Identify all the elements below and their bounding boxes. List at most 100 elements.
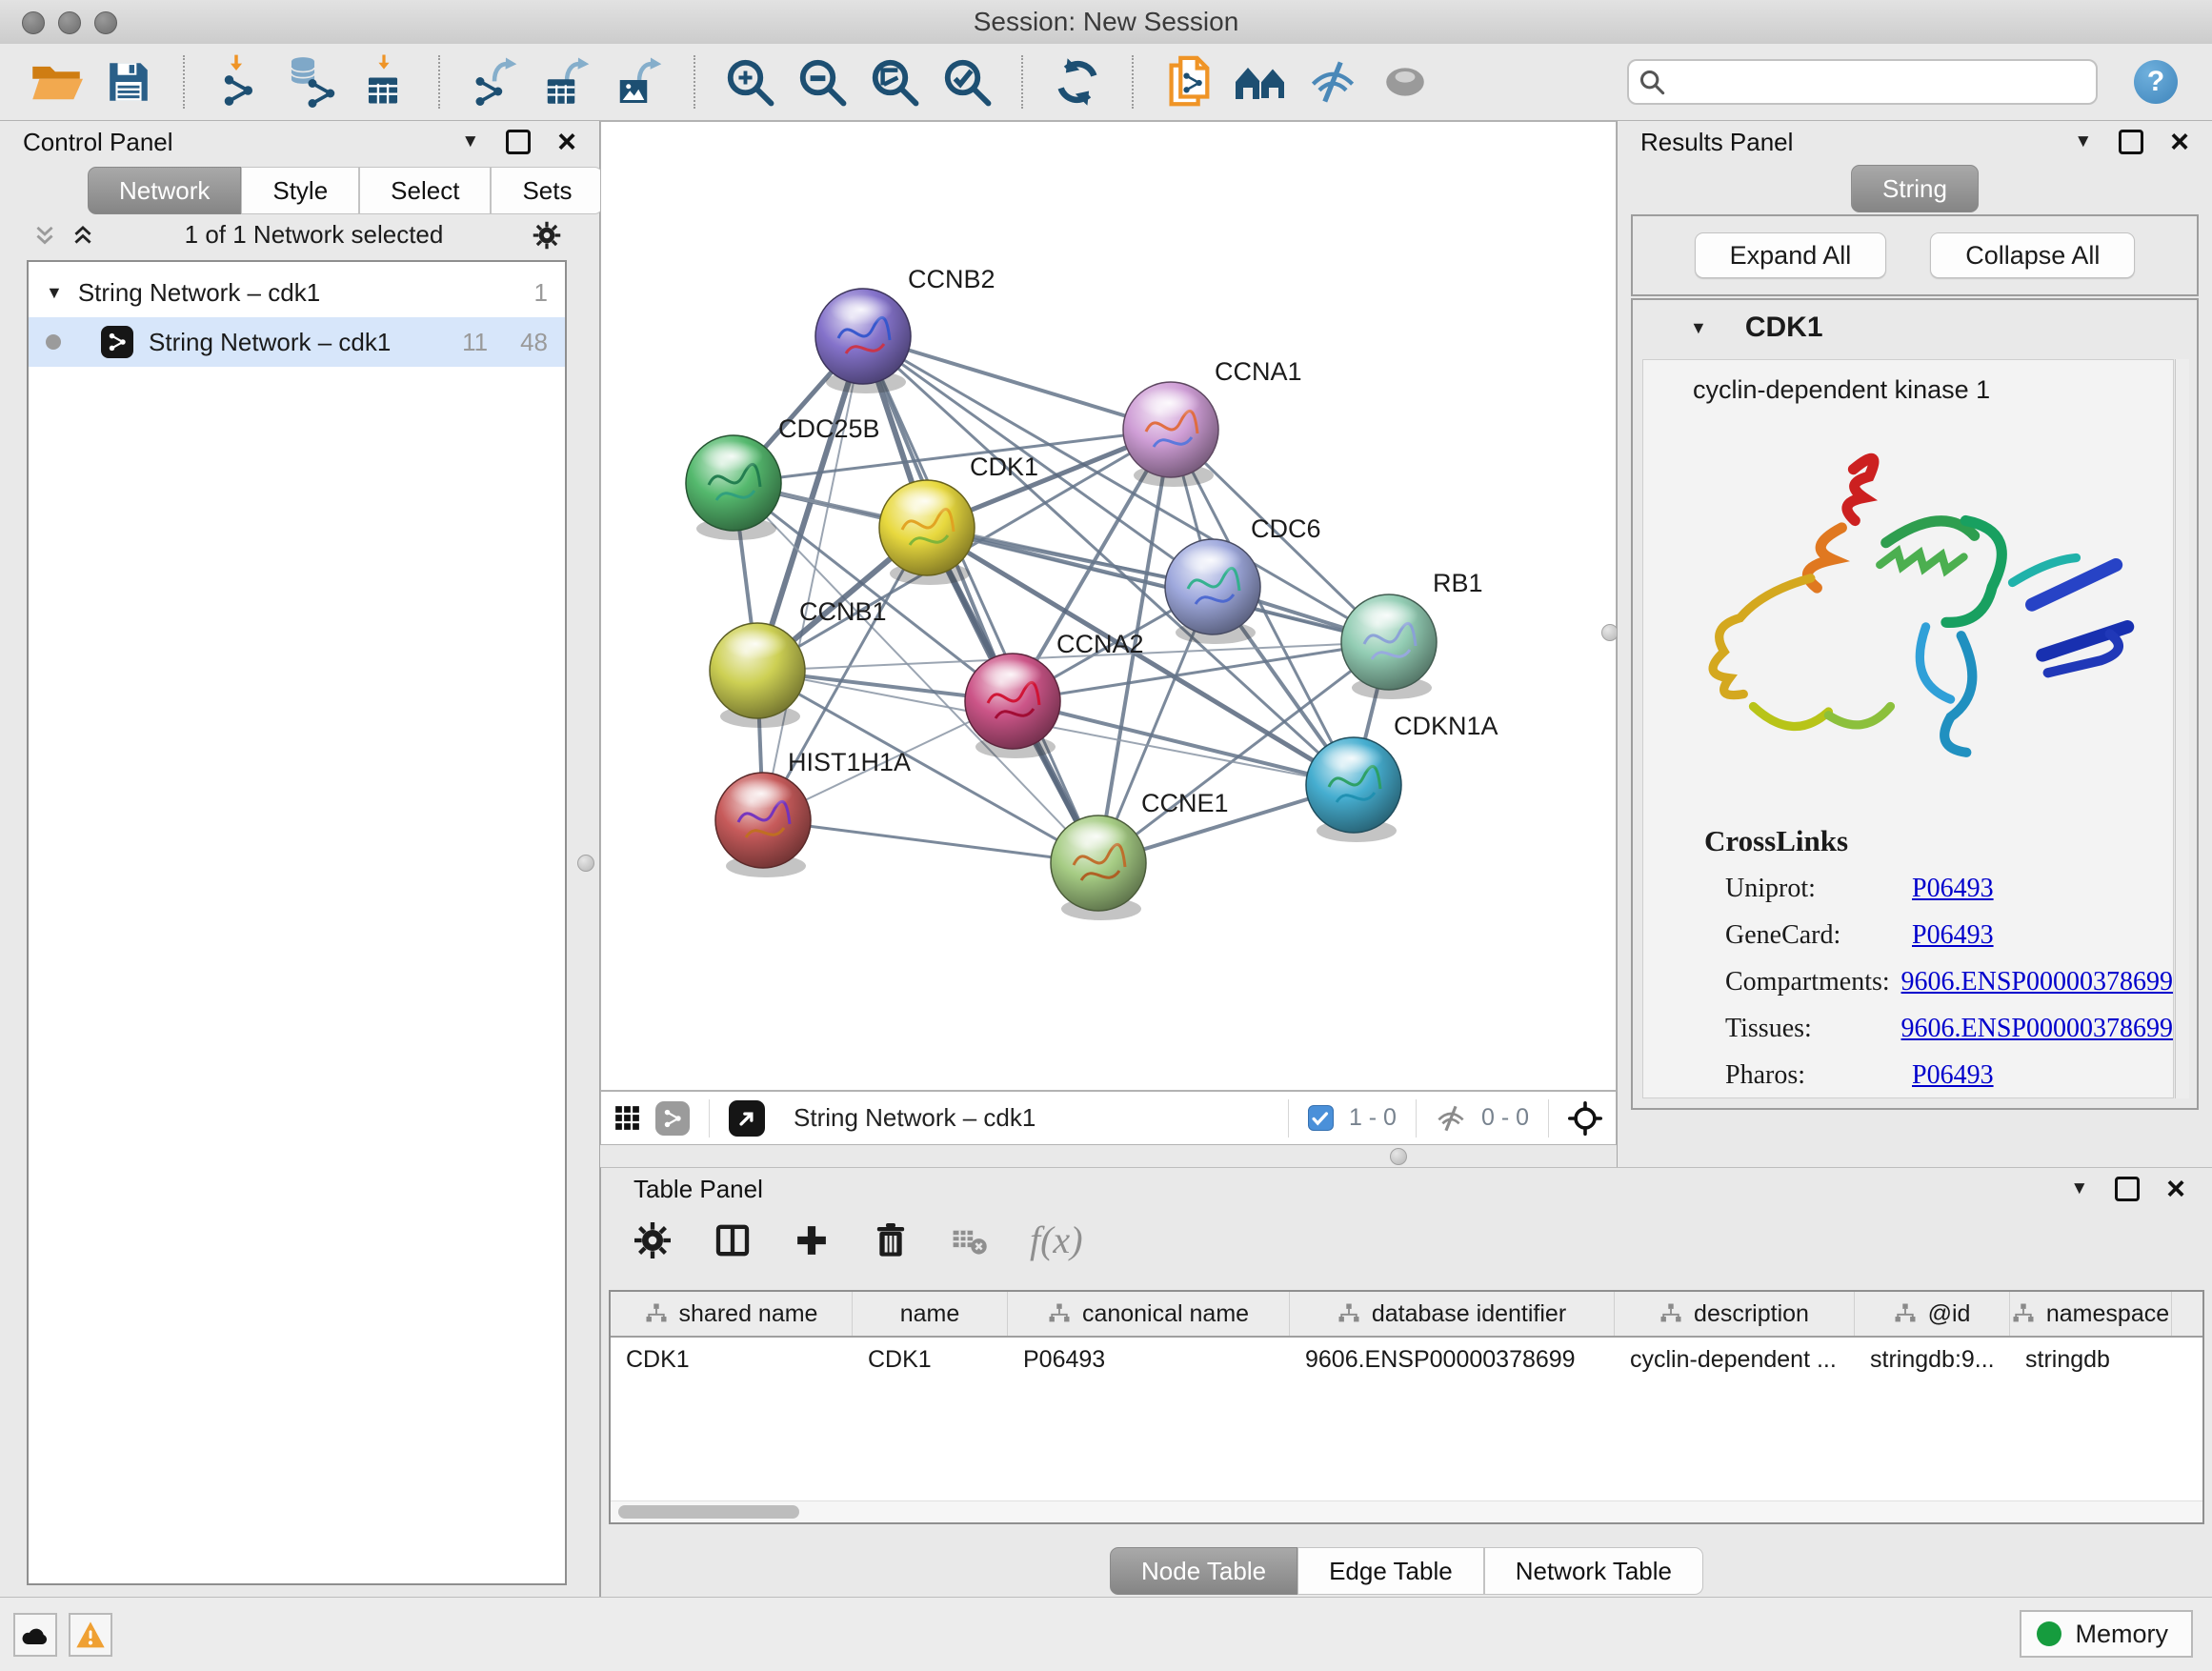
hide-unhide-button[interactable] <box>1303 52 1362 111</box>
table-cell[interactable]: cyclin-dependent ... <box>1615 1338 1855 1381</box>
bottom-splitter-handle[interactable] <box>1390 1148 1407 1165</box>
tab-sets[interactable]: Sets <box>491 167 603 214</box>
tab-style[interactable]: Style <box>241 167 359 214</box>
clone-network-button[interactable] <box>1158 52 1217 111</box>
column-header-name[interactable]: name <box>853 1292 1008 1336</box>
gene-section-header[interactable]: ▼ CDK1 <box>1633 300 2197 355</box>
memory-button[interactable]: Memory <box>2020 1610 2193 1658</box>
show-columns-icon[interactable] <box>714 1221 752 1259</box>
protein-structure-image <box>1660 409 2156 818</box>
expand-all-icon[interactable] <box>70 223 95 248</box>
search-input[interactable] <box>1673 68 2086 97</box>
table-cell[interactable]: stringdb <box>2010 1338 2172 1381</box>
panel-minimize-icon[interactable]: ▼ <box>2074 131 2092 152</box>
table-horizontal-scrollbar[interactable] <box>611 1500 2202 1522</box>
open-session-button[interactable] <box>27 52 86 111</box>
toolbar-separator <box>1021 55 1023 109</box>
panel-close-icon[interactable]: × <box>2170 132 2189 151</box>
tab-network-table[interactable]: Network Table <box>1484 1547 1703 1595</box>
export-table-button[interactable] <box>537 52 596 111</box>
zoom-fit-button[interactable] <box>865 52 924 111</box>
network-row[interactable]: String Network – cdk1 11 48 <box>29 317 565 367</box>
zoom-selected-button[interactable] <box>937 52 996 111</box>
left-splitter-handle[interactable] <box>577 855 594 872</box>
node-label-CCNB2: CCNB2 <box>908 265 995 293</box>
export-image-button[interactable] <box>610 52 669 111</box>
birds-eye-view-icon[interactable] <box>614 1105 640 1131</box>
panel-close-icon[interactable]: × <box>2166 1179 2185 1198</box>
panel-minimize-icon[interactable]: ▼ <box>461 131 479 152</box>
export-network-button[interactable] <box>465 52 524 111</box>
hidden-node-edge-counts: 0 - 0 <box>1481 1104 1529 1132</box>
show-view-button[interactable] <box>1376 52 1435 111</box>
zoom-out-button[interactable] <box>793 52 852 111</box>
network-collection-row[interactable]: ▼ String Network – cdk1 1 <box>29 268 565 317</box>
crosslink-label: Pharos: <box>1725 1060 1912 1091</box>
collection-expand-icon[interactable]: ▼ <box>46 283 63 303</box>
window-title: Session: New Session <box>0 0 2212 44</box>
panel-float-icon[interactable] <box>2119 130 2143 154</box>
column-header-@id[interactable]: @id <box>1855 1292 2010 1336</box>
cloud-button[interactable] <box>13 1613 57 1657</box>
network-edge[interactable] <box>927 528 1389 642</box>
table-cell[interactable]: P06493 <box>1008 1338 1290 1381</box>
tab-string[interactable]: String <box>1851 165 1979 212</box>
network-edge[interactable] <box>863 336 1098 863</box>
import-network-from-database-button[interactable] <box>282 52 341 111</box>
table-cell[interactable]: stringdb:9... <box>1855 1338 2010 1381</box>
memory-status-dot <box>2037 1621 2061 1646</box>
warnings-button[interactable] <box>69 1613 112 1657</box>
selected-items-checkbox[interactable] <box>1308 1105 1334 1131</box>
network-edge[interactable] <box>763 820 1098 863</box>
tab-network[interactable]: Network <box>88 167 241 214</box>
netbar-separator <box>1416 1099 1417 1137</box>
expand-all-button[interactable]: Expand All <box>1695 232 1887 278</box>
column-header-canonical-name[interactable]: canonical name <box>1008 1292 1290 1336</box>
crosslink-link[interactable]: P06493 <box>1912 1060 1994 1091</box>
delete-column-trash-icon[interactable] <box>872 1221 910 1259</box>
collapse-all-button[interactable]: Collapse All <box>1930 232 2135 278</box>
create-column-plus-icon[interactable] <box>794 1222 830 1258</box>
column-header-description[interactable]: description <box>1615 1292 1855 1336</box>
crosslink-link[interactable]: P06493 <box>1912 920 1994 951</box>
column-header-namespace[interactable]: namespace <box>2010 1292 2172 1336</box>
tab-select[interactable]: Select <box>359 167 491 214</box>
save-session-button[interactable] <box>99 52 158 111</box>
table-row[interactable]: CDK1CDK1P064939606.ENSP00000378699cyclin… <box>611 1338 2202 1381</box>
node-label-CDC6: CDC6 <box>1251 514 1321 543</box>
apply-layout-button[interactable] <box>1048 52 1107 111</box>
panel-float-icon[interactable] <box>506 130 531 154</box>
gene-collapse-icon[interactable]: ▼ <box>1690 318 1707 338</box>
network-canvas[interactable]: CCNB2CCNA1CDC25BCDK1CDC6RB1CCNB1CCNA2CDK… <box>600 121 1617 1091</box>
help-button[interactable]: ? <box>2134 60 2178 104</box>
table-cell[interactable]: CDK1 <box>853 1338 1008 1381</box>
fit-selected-crosshair-icon[interactable] <box>1568 1101 1602 1136</box>
scrollbar-thumb[interactable] <box>618 1505 799 1519</box>
string-badge-icon[interactable] <box>655 1101 690 1136</box>
table-cell[interactable]: 9606.ENSP00000378699 <box>1290 1338 1615 1381</box>
column-header-shared-name[interactable]: shared name <box>611 1292 853 1336</box>
open-in-browser-icon[interactable] <box>729 1100 765 1137</box>
import-network-button[interactable] <box>210 52 269 111</box>
node-table: shared namenamecanonical namedatabase id… <box>609 1290 2204 1524</box>
network-options-gear-icon[interactable] <box>533 221 561 250</box>
search-box[interactable] <box>1627 59 2098 105</box>
panel-close-icon[interactable]: × <box>557 132 576 151</box>
crosslink-label: Uniprot: <box>1725 874 1912 904</box>
column-header-database-identifier[interactable]: database identifier <box>1290 1292 1615 1336</box>
table-options-gear-icon[interactable] <box>633 1221 672 1259</box>
import-table-button[interactable] <box>354 52 413 111</box>
crosslink-link[interactable]: 9606.ENSP00000378699 <box>1901 967 2173 997</box>
zoom-in-button[interactable] <box>720 52 779 111</box>
results-scrollbar[interactable] <box>2175 359 2189 1098</box>
tab-node-table[interactable]: Node Table <box>1110 1547 1297 1595</box>
crosslink-link[interactable]: P06493 <box>1912 874 1994 904</box>
collapse-all-icon[interactable] <box>32 223 57 248</box>
table-panel-title: Table Panel <box>633 1175 763 1204</box>
tab-edge-table[interactable]: Edge Table <box>1297 1547 1484 1595</box>
table-cell[interactable]: CDK1 <box>611 1338 853 1381</box>
panel-minimize-icon[interactable]: ▼ <box>2070 1178 2088 1199</box>
crosslink-link[interactable]: 9606.ENSP00000378699 <box>1901 1014 2173 1044</box>
panel-float-icon[interactable] <box>2115 1177 2140 1201</box>
home-button[interactable] <box>1231 52 1290 111</box>
